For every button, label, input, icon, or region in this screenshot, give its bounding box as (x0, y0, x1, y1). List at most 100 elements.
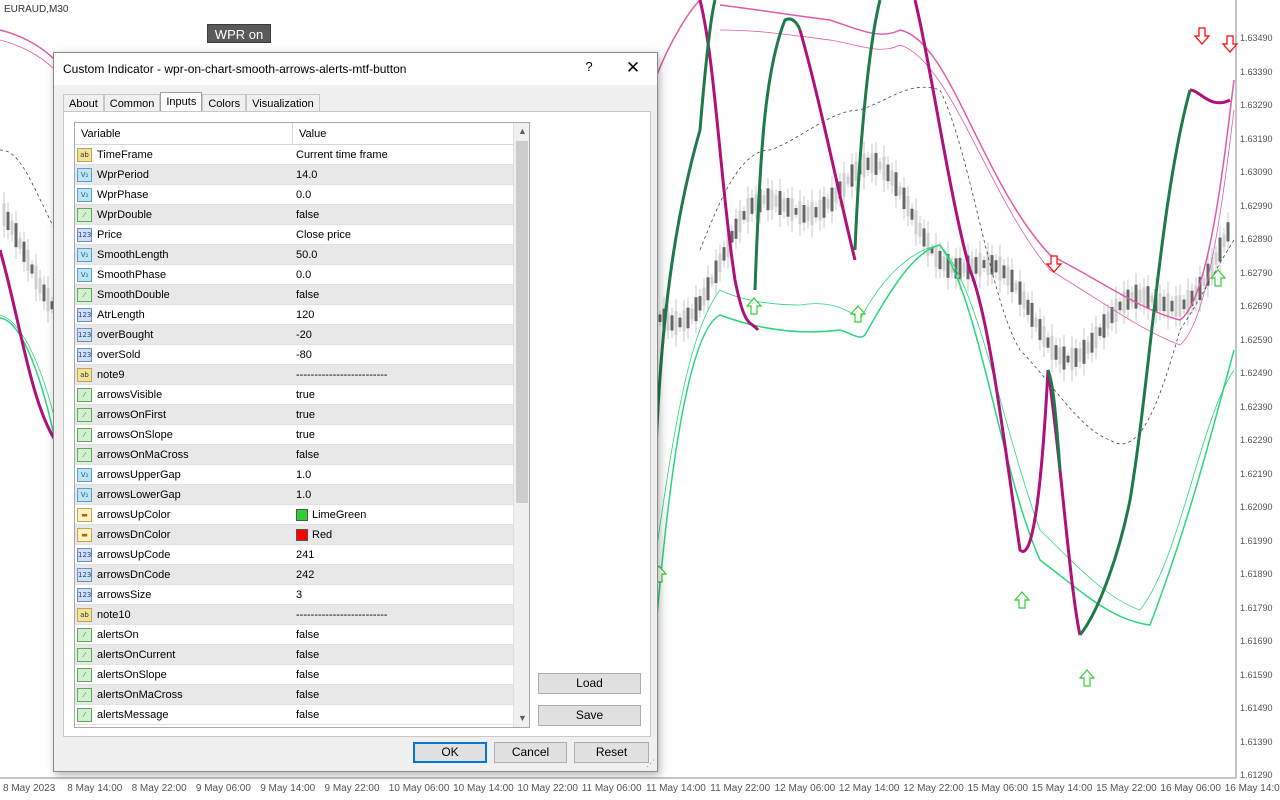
tab-inputs[interactable]: Inputs (160, 92, 203, 113)
ok-button[interactable]: OK (413, 742, 487, 763)
candle-body (922, 228, 926, 247)
input-value-cell[interactable]: 14.0 (293, 165, 317, 184)
scroll-down-icon[interactable]: ▼ (514, 710, 529, 727)
input-row[interactable]: V₂ arrowsUpperGap 1.0 (75, 465, 529, 485)
input-value-cell[interactable]: false (293, 625, 319, 644)
input-row[interactable]: 123 Price Close price (75, 225, 529, 245)
input-row[interactable]: ⁄ arrowsOnMaCross false (75, 445, 529, 465)
input-row[interactable]: 123 overSold -80 (75, 345, 529, 365)
input-variable-cell: ⁄ alertsOnMaCross (75, 685, 293, 704)
candle-body (722, 247, 726, 261)
input-value-cell[interactable]: false (293, 665, 319, 684)
input-value-cell[interactable]: -80 (293, 345, 312, 364)
input-value-cell[interactable]: 1.0 (293, 485, 311, 504)
help-icon[interactable]: ? (582, 59, 596, 79)
input-row[interactable]: ⁄ arrowsVisible true (75, 385, 529, 405)
input-value-cell[interactable]: 242 (293, 565, 314, 584)
input-row[interactable]: V₂ SmoothLength 50.0 (75, 245, 529, 265)
input-value-text: 50.0 (296, 248, 318, 261)
candle-body (1002, 265, 1006, 279)
dialog-titlebar[interactable]: Custom Indicator - wpr-on-chart-smooth-a… (54, 53, 657, 85)
input-value-cell[interactable]: true (293, 385, 315, 404)
candle-body (926, 232, 930, 256)
input-row[interactable]: ab TimeFrame Current time frame (75, 145, 529, 165)
candle-body (42, 284, 46, 302)
input-value-cell[interactable]: false (293, 445, 319, 464)
input-row[interactable]: ab note9 ------------------------- (75, 365, 529, 385)
input-value-cell[interactable]: LimeGreen (293, 505, 366, 524)
price-tick: 1.62090 (1240, 502, 1273, 512)
resize-grip-icon[interactable]: ⋰ (646, 758, 655, 769)
input-row[interactable]: ⁄ WprDouble false (75, 205, 529, 225)
candle-body (862, 153, 866, 178)
time-tick: 15 May 06:00 (967, 783, 1029, 794)
input-value-cell[interactable]: Close price (293, 225, 351, 244)
input-value-cell[interactable]: 241 (293, 545, 314, 564)
input-value-cell[interactable]: 0.0 (293, 185, 311, 204)
input-variable-cell: ⁄ WprDouble (75, 205, 293, 224)
input-row[interactable]: 123 AtrLength 120 (75, 305, 529, 325)
save-button[interactable]: Save (538, 705, 641, 726)
input-row[interactable]: V₂ arrowsLowerGap 1.0 (75, 485, 529, 505)
input-row[interactable]: ⁄ alertsMessage false (75, 705, 529, 725)
column-variable[interactable]: Variable (75, 123, 293, 144)
input-value-cell[interactable]: 3 (293, 585, 302, 604)
candle-body (910, 208, 914, 220)
input-variable-cell: V₂ WprPeriod (75, 165, 293, 184)
candle-body (1178, 295, 1182, 317)
input-row[interactable]: ⁄ alertsOnMaCross false (75, 685, 529, 705)
input-row[interactable]: 123 arrowsDnCode 242 (75, 565, 529, 585)
input-value-cell[interactable]: false (293, 685, 319, 704)
input-value-cell[interactable]: Current time frame (293, 145, 388, 164)
input-value-cell[interactable]: 0.0 (293, 265, 311, 284)
wpr-toggle-button[interactable]: WPR on (207, 24, 271, 43)
price-tick: 1.61290 (1240, 770, 1273, 780)
input-value-cell[interactable]: 50.0 (293, 245, 317, 264)
input-variable-label: SmoothLength (97, 248, 169, 261)
input-value-cell[interactable]: 1.0 (293, 465, 311, 484)
column-value[interactable]: Value (293, 123, 326, 144)
price-tick: 1.61590 (1240, 669, 1273, 680)
input-value-cell[interactable]: ------------------------- (293, 365, 388, 384)
input-value-cell[interactable]: 120 (293, 305, 314, 324)
input-row[interactable]: ⁄ alertsOn false (75, 625, 529, 645)
input-value-cell[interactable]: false (293, 645, 319, 664)
input-value-cell[interactable]: true (293, 405, 315, 424)
input-value-cell[interactable]: false (293, 285, 319, 304)
close-icon[interactable]: ✕ (622, 57, 644, 79)
input-row[interactable]: 123 arrowsSize 3 (75, 585, 529, 605)
input-row[interactable]: ▬ arrowsDnColor Red (75, 525, 529, 545)
input-variable-label: arrowsUpCode (97, 548, 171, 561)
input-variable-label: note9 (97, 368, 125, 381)
input-value-cell[interactable]: true (293, 425, 315, 444)
input-row[interactable]: V₂ WprPeriod 14.0 (75, 165, 529, 185)
input-row[interactable]: ⁄ SmoothDouble false (75, 285, 529, 305)
candle-body (666, 313, 670, 331)
reset-button[interactable]: Reset (574, 742, 649, 763)
candle-body (1118, 301, 1122, 311)
input-value-text: false (296, 668, 320, 681)
input-row[interactable]: V₂ SmoothPhase 0.0 (75, 265, 529, 285)
input-value-cell[interactable]: false (293, 205, 319, 224)
scroll-thumb[interactable] (516, 141, 528, 503)
grid-scrollbar[interactable]: ▲ ▼ (513, 123, 529, 727)
input-row[interactable]: ⁄ arrowsOnSlope true (75, 425, 529, 445)
input-row[interactable]: 123 overBought -20 (75, 325, 529, 345)
cancel-button[interactable]: Cancel (494, 742, 567, 763)
input-row[interactable]: V₂ WprPhase 0.0 (75, 185, 529, 205)
candle-body (850, 164, 854, 187)
input-value-cell[interactable]: -20 (293, 325, 312, 344)
input-value-cell[interactable]: Red (293, 525, 332, 544)
input-value-cell[interactable]: ------------------------- (293, 605, 388, 624)
input-row[interactable]: ab note10 ------------------------- (75, 605, 529, 625)
scroll-up-icon[interactable]: ▲ (514, 123, 529, 140)
input-row[interactable]: ▬ arrowsUpColor LimeGreen (75, 505, 529, 525)
price-tick: 1.63390 (1240, 66, 1273, 77)
candle-body (998, 256, 1002, 281)
load-button[interactable]: Load (538, 673, 641, 694)
input-row[interactable]: ⁄ arrowsOnFirst true (75, 405, 529, 425)
input-row[interactable]: ⁄ alertsOnSlope false (75, 665, 529, 685)
input-row[interactable]: ⁄ alertsOnCurrent false (75, 645, 529, 665)
input-row[interactable]: 123 arrowsUpCode 241 (75, 545, 529, 565)
input-value-cell[interactable]: false (293, 705, 319, 724)
